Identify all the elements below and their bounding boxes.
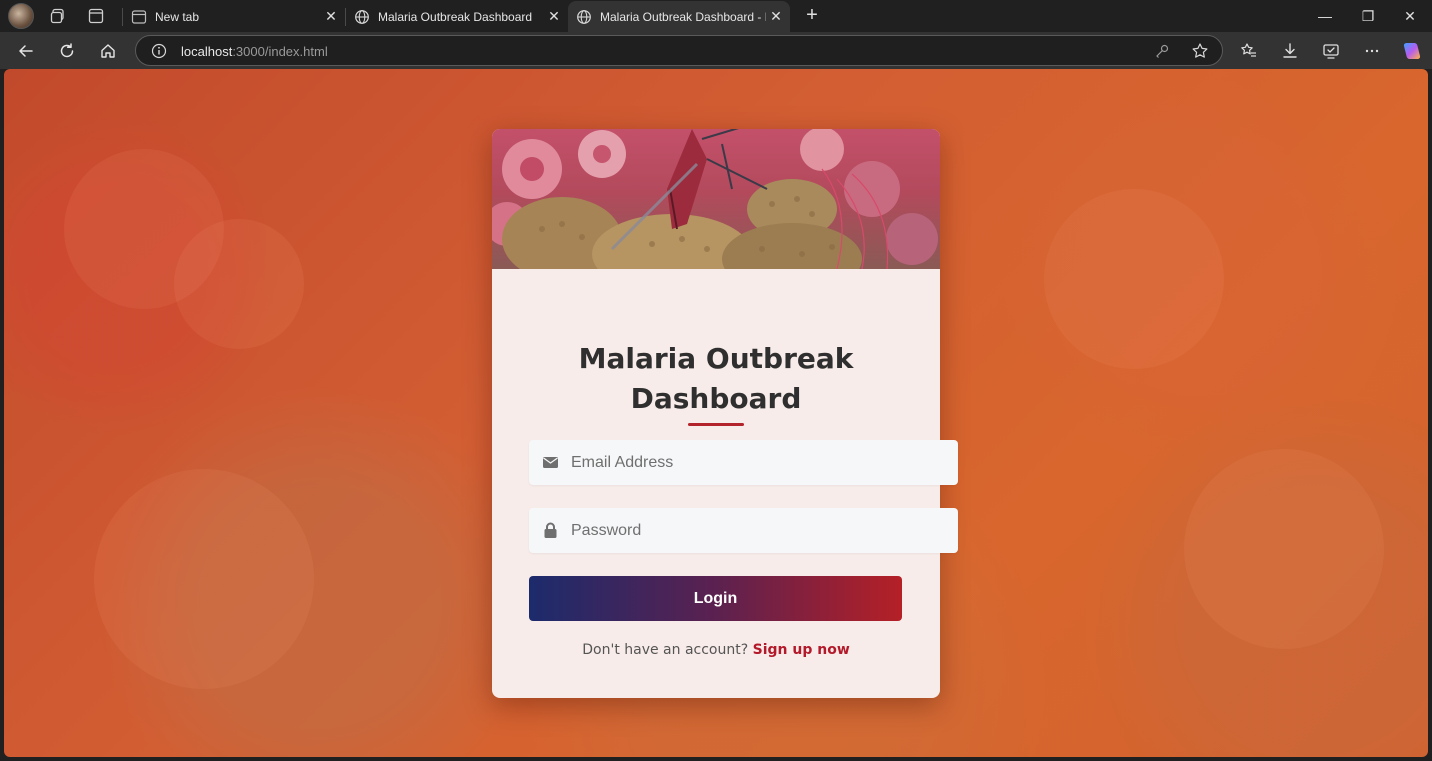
tab-title: Malaria Outbreak Dashboard - Lo: [600, 9, 766, 24]
signup-prompt: Don't have an account? Sign up now: [492, 642, 940, 658]
restore-button[interactable]: ❐: [1346, 0, 1390, 32]
url-text: localhost:3000/index.html: [181, 44, 328, 59]
profile-avatar[interactable]: [8, 3, 34, 29]
page-viewport: Malaria Outbreak Dashboard Login Don't h…: [4, 69, 1428, 757]
tab-title: New tab: [155, 9, 200, 24]
page-title: Malaria Outbreak Dashboard: [492, 339, 940, 419]
tab-close-icon[interactable]: ✕: [544, 8, 564, 25]
tab-malaria-dashboard-login[interactable]: Malaria Outbreak Dashboard - Lo ✕: [568, 1, 790, 32]
background-blur-cell: [1044, 189, 1224, 369]
page-title-line-2: Dashboard: [630, 382, 802, 415]
url-path: :3000/index.html: [232, 44, 328, 59]
page-title-line-1: Malaria Outbreak: [578, 342, 854, 375]
background-blur-cell: [1184, 449, 1384, 649]
browser-toolbar: localhost:3000/index.html: [0, 32, 1432, 69]
address-bar[interactable]: localhost:3000/index.html: [135, 35, 1223, 66]
workspaces-icon[interactable]: [46, 4, 70, 28]
close-window-button[interactable]: ✕: [1388, 0, 1432, 32]
more-menu-icon[interactable]: [1358, 37, 1386, 65]
password-key-icon[interactable]: [1154, 43, 1170, 59]
password-input[interactable]: [571, 508, 951, 553]
background-blur-cell: [94, 469, 314, 689]
copilot-icon[interactable]: [1398, 37, 1426, 65]
login-button[interactable]: Login: [529, 576, 902, 621]
lock-icon: [544, 522, 557, 538]
url-host: localhost: [181, 44, 233, 59]
hero-image: [492, 129, 940, 269]
home-icon[interactable]: [94, 37, 122, 65]
password-field[interactable]: [529, 508, 958, 553]
downloads-icon[interactable]: [1276, 37, 1304, 65]
tab-close-icon[interactable]: ✕: [766, 8, 786, 25]
tab-bar: New tab ✕ Malaria Outbreak Dashboard ✕ M…: [0, 0, 1432, 32]
favorite-star-icon[interactable]: [1191, 42, 1209, 60]
minimize-button[interactable]: —: [1303, 0, 1347, 32]
globe-icon: [577, 9, 591, 24]
signup-prompt-text: Don't have an account?: [582, 642, 749, 658]
back-icon[interactable]: [12, 37, 40, 65]
login-card: Malaria Outbreak Dashboard Login Don't h…: [492, 129, 958, 698]
envelope-icon: [543, 457, 558, 468]
favorites-icon[interactable]: [1235, 37, 1263, 65]
title-underline: [688, 423, 744, 426]
tab-close-icon[interactable]: ✕: [321, 8, 341, 25]
screenshot-icon[interactable]: [1317, 37, 1345, 65]
email-field[interactable]: [529, 440, 958, 485]
new-tab-button[interactable]: +: [800, 4, 824, 28]
signup-link[interactable]: Sign up now: [753, 642, 850, 658]
tab-title: Malaria Outbreak Dashboard: [378, 9, 533, 24]
refresh-icon[interactable]: [53, 37, 81, 65]
tab-malaria-dashboard[interactable]: Malaria Outbreak Dashboard ✕: [345, 1, 568, 32]
background-blur-cell: [174, 219, 304, 349]
tab-new-tab[interactable]: New tab ✕: [122, 1, 345, 32]
site-info-icon[interactable]: [151, 43, 167, 59]
new-tab-page-icon: [131, 9, 147, 24]
email-input[interactable]: [571, 440, 951, 485]
vertical-tabs-icon[interactable]: [84, 4, 108, 28]
globe-icon: [355, 9, 369, 24]
